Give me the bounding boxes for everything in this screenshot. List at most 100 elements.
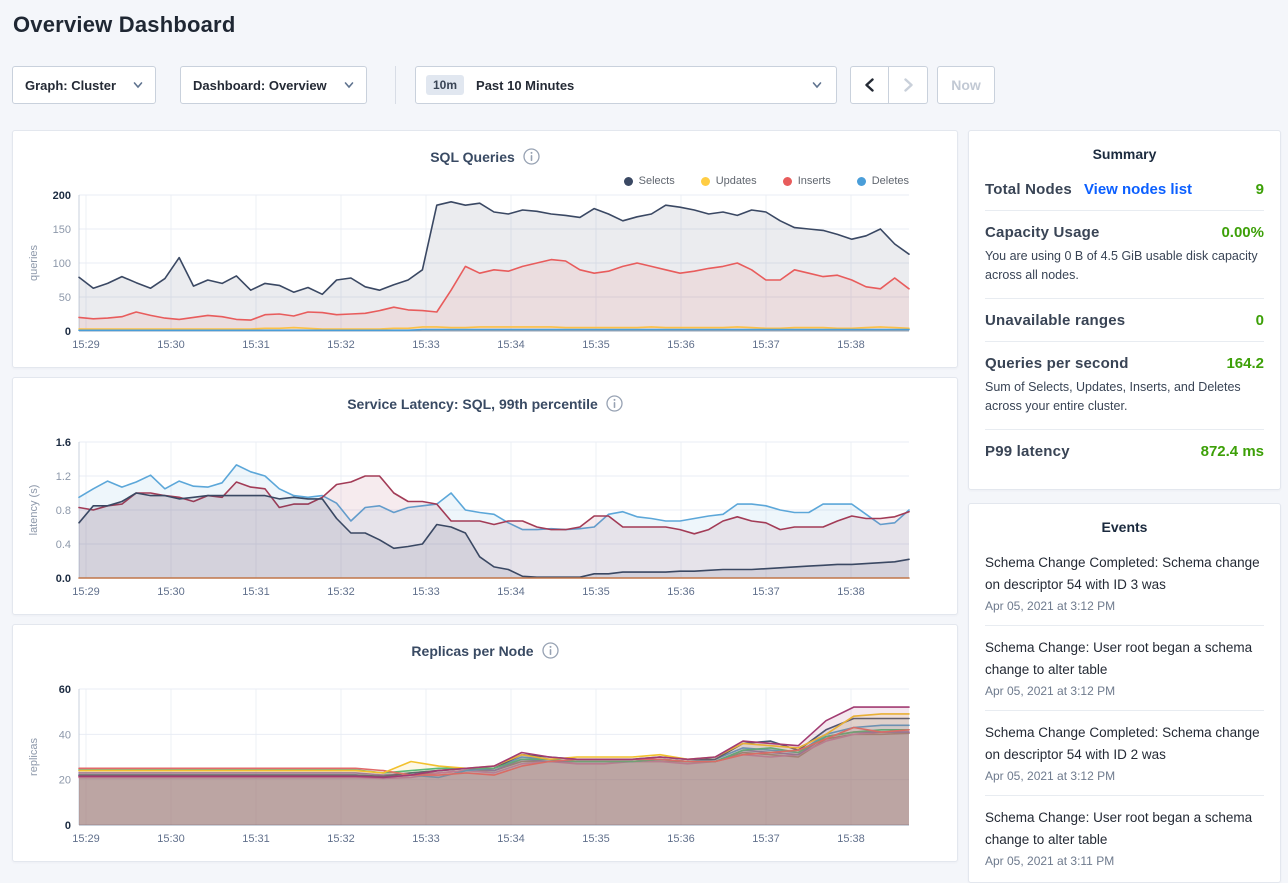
svg-text:15:31: 15:31 [242, 586, 270, 598]
svg-text:15:36: 15:36 [667, 339, 695, 351]
svg-text:replicas: replicas [28, 738, 40, 776]
svg-text:15:29: 15:29 [72, 833, 100, 845]
events-title: Events [969, 504, 1280, 541]
chevron-down-icon [344, 80, 354, 90]
svg-text:15:37: 15:37 [752, 586, 780, 598]
svg-text:20: 20 [59, 775, 71, 787]
svg-text:15:31: 15:31 [242, 339, 270, 351]
graph-dropdown-label: Graph: Cluster [25, 78, 116, 93]
replicas-per-node-chart-panel: Replicas per Node 15:2915:3015:3115:3215… [12, 624, 958, 862]
svg-text:200: 200 [53, 190, 71, 202]
page-title: Overview Dashboard [13, 12, 235, 38]
svg-text:15:34: 15:34 [497, 339, 525, 351]
now-button[interactable]: Now [937, 66, 995, 104]
event-item: Schema Change: User root began a schema … [985, 796, 1264, 880]
svg-text:15:35: 15:35 [582, 339, 610, 351]
dashboard-dropdown-label: Dashboard: Overview [193, 78, 327, 93]
qps-label: Queries per second [985, 355, 1129, 372]
svg-text:15:32: 15:32 [327, 586, 355, 598]
time-next-button[interactable] [889, 66, 928, 104]
event-item: Schema Change Completed: Schema change o… [985, 541, 1264, 626]
svg-text:15:38: 15:38 [837, 833, 865, 845]
svg-text:15:29: 15:29 [72, 586, 100, 598]
svg-text:15:30: 15:30 [157, 339, 185, 351]
svg-text:15:33: 15:33 [412, 339, 440, 351]
view-nodes-list-link[interactable]: View nodes list [1084, 181, 1192, 198]
svg-text:15:35: 15:35 [582, 833, 610, 845]
event-text: Schema Change: User root began a schema … [985, 807, 1264, 851]
chevron-left-icon [864, 78, 875, 92]
summary-panel: Summary Total Nodes View nodes list 9 Ca… [968, 130, 1281, 490]
replicas-chart-plot[interactable]: 15:29 15:30 15:31 15:32 15:33 15:34 15:35 15:36… [13, 673, 957, 857]
svg-text:15:36: 15:36 [667, 586, 695, 598]
sql-queries-chart-plot[interactable]: 15:29 15:30 15:31 15:32 15:33 15:34 15:35 15:36… [13, 179, 957, 363]
svg-text:15:30: 15:30 [157, 833, 185, 845]
svg-text:0.8: 0.8 [56, 505, 71, 517]
svg-text:50: 50 [59, 292, 71, 304]
svg-text:100: 100 [53, 258, 71, 270]
events-panel: Events Schema Change Completed: Schema c… [968, 503, 1281, 883]
event-text: Schema Change Completed: Schema change o… [985, 722, 1264, 766]
chart-title: SQL Queries [430, 149, 515, 165]
summary-row-total-nodes: Total Nodes View nodes list 9 [985, 168, 1264, 210]
svg-text:latency (s): latency (s) [28, 485, 40, 536]
summary-row-qps: Queries per second 164.2 Sum of Selects,… [985, 341, 1264, 429]
svg-text:15:35: 15:35 [582, 586, 610, 598]
svg-text:15:32: 15:32 [327, 833, 355, 845]
event-text: Schema Change Completed: Schema change o… [985, 552, 1264, 596]
svg-text:15:29: 15:29 [72, 339, 100, 351]
event-timestamp: Apr 05, 2021 at 3:12 PM [985, 769, 1264, 783]
time-range-label: Past 10 Minutes [476, 78, 802, 93]
summary-row-unavailable: Unavailable ranges 0 [985, 298, 1264, 341]
chevron-down-icon [133, 80, 143, 90]
capacity-usage-value: 0.00% [1221, 224, 1264, 241]
total-nodes-label: Total Nodes [985, 181, 1072, 198]
info-icon[interactable] [606, 395, 623, 412]
chart-title: Replicas per Node [411, 643, 533, 659]
svg-text:15:33: 15:33 [412, 833, 440, 845]
time-range-selector[interactable]: 10m Past 10 Minutes [415, 66, 837, 104]
qps-value: 164.2 [1226, 355, 1264, 372]
service-latency-chart-plot[interactable]: 15:2915:3015:3115:3215:3315:3415:3515:36… [13, 426, 957, 610]
svg-text:queries: queries [28, 244, 40, 281]
capacity-usage-label: Capacity Usage [985, 224, 1100, 241]
svg-text:60: 60 [59, 684, 71, 696]
event-text: Schema Change: User root began a schema … [985, 637, 1264, 681]
svg-text:1.2: 1.2 [56, 471, 71, 483]
chevron-right-icon [903, 78, 914, 92]
info-icon[interactable] [523, 148, 540, 165]
summary-row-capacity: Capacity Usage 0.00% You are using 0 B o… [985, 210, 1264, 298]
svg-text:15:30: 15:30 [157, 586, 185, 598]
svg-text:15:34: 15:34 [497, 586, 525, 598]
svg-text:15:38: 15:38 [837, 586, 865, 598]
event-timestamp: Apr 05, 2021 at 3:11 PM [985, 854, 1264, 868]
time-prev-button[interactable] [850, 66, 889, 104]
summary-title: Summary [969, 131, 1280, 168]
svg-text:15:32: 15:32 [327, 339, 355, 351]
now-button-label: Now [951, 77, 981, 93]
chevron-down-icon [812, 80, 822, 90]
p99-latency-value: 872.4 ms [1201, 443, 1264, 460]
svg-text:0.4: 0.4 [56, 539, 71, 551]
info-icon[interactable] [542, 642, 559, 659]
svg-text:15:37: 15:37 [752, 833, 780, 845]
graph-dropdown[interactable]: Graph: Cluster [12, 66, 156, 104]
event-item: Schema Change: User root began a schema … [985, 626, 1264, 711]
time-range-badge: 10m [426, 75, 464, 95]
event-item: Schema Change Completed: Schema change o… [985, 711, 1264, 796]
chart-title: Service Latency: SQL, 99th percentile [347, 396, 598, 412]
svg-text:15:34: 15:34 [497, 833, 525, 845]
unavailable-ranges-label: Unavailable ranges [985, 312, 1125, 329]
svg-text:15:31: 15:31 [242, 833, 270, 845]
service-latency-chart-panel: Service Latency: SQL, 99th percentile 15… [12, 377, 958, 615]
total-nodes-value: 9 [1256, 181, 1264, 198]
dashboard-dropdown[interactable]: Dashboard: Overview [180, 66, 367, 104]
event-timestamp: Apr 05, 2021 at 3:12 PM [985, 684, 1264, 698]
summary-row-p99: P99 latency 872.4 ms [985, 429, 1264, 472]
svg-text:1.6: 1.6 [56, 437, 71, 449]
svg-text:15:36: 15:36 [667, 833, 695, 845]
qps-desc: Sum of Selects, Updates, Inserts, and De… [985, 378, 1264, 417]
svg-text:15:37: 15:37 [752, 339, 780, 351]
time-nav-group [850, 66, 928, 104]
svg-text:15:38: 15:38 [837, 339, 865, 351]
